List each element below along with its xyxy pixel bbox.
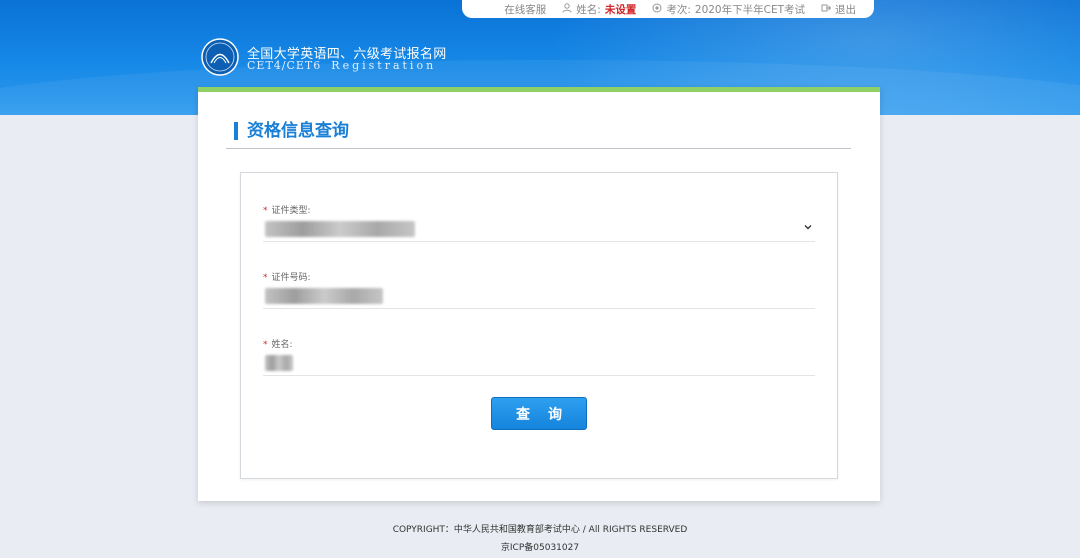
main-card: 资格信息查询 * 证件类型: * 证件号码: * 姓名: 查询 bbox=[198, 87, 880, 501]
site-subtitle-registration: Registration bbox=[331, 59, 437, 72]
exam-session-value: 2020年下半年CET考试 bbox=[694, 3, 805, 16]
id-number-input[interactable] bbox=[263, 287, 815, 309]
id-type-value-redacted bbox=[265, 221, 415, 237]
logout-label: 退出 bbox=[835, 3, 856, 16]
user-name-label: 姓名: bbox=[576, 3, 601, 16]
id-number-value-redacted bbox=[265, 288, 383, 304]
user-icon bbox=[562, 2, 572, 16]
user-top-bar: 在线客服 姓名: 未设置 考次: 2020年下半年CET考试 退出 bbox=[462, 0, 874, 18]
online-support-link[interactable]: 在线客服 bbox=[504, 2, 546, 17]
exam-session-info: 考次: 2020年下半年CET考试 bbox=[652, 2, 805, 17]
footer: COPYRIGHT：中华人民共和国教育部考试中心 / All RIGHTS RE… bbox=[0, 521, 1080, 557]
exam-icon bbox=[652, 3, 662, 16]
query-form: * 证件类型: * 证件号码: * 姓名: 查询 bbox=[240, 172, 838, 479]
user-name-value: 未设置 bbox=[604, 3, 637, 16]
id-number-label: * 证件号码: bbox=[263, 270, 815, 283]
logout-link[interactable]: 退出 bbox=[821, 2, 856, 17]
site-subtitle: CET4/CET6 Registration bbox=[247, 59, 436, 72]
exam-session-label: 考次: bbox=[666, 3, 691, 16]
name-label-text: 姓名: bbox=[271, 340, 293, 350]
required-mark: * bbox=[263, 206, 268, 216]
id-type-label-text: 证件类型: bbox=[271, 206, 311, 216]
query-button[interactable]: 查询 bbox=[491, 397, 587, 430]
required-mark: * bbox=[263, 340, 268, 350]
id-number-label-text: 证件号码: bbox=[271, 273, 311, 283]
footer-icp: 京ICP备05031027 bbox=[500, 543, 580, 553]
neea-logo bbox=[201, 38, 239, 76]
name-field: * 姓名: bbox=[263, 337, 815, 376]
page-title: 资格信息查询 bbox=[234, 122, 349, 140]
page: 在线客服 姓名: 未设置 考次: 2020年下半年CET考试 退出 全国大学英语… bbox=[0, 0, 1080, 558]
required-mark: * bbox=[263, 273, 268, 283]
name-input[interactable] bbox=[263, 354, 815, 376]
name-value-redacted bbox=[265, 355, 293, 371]
id-type-select[interactable] bbox=[263, 220, 815, 242]
id-type-label: * 证件类型: bbox=[263, 203, 815, 216]
online-support-label: 在线客服 bbox=[504, 3, 547, 16]
id-number-field: * 证件号码: bbox=[263, 270, 815, 309]
site-subtitle-cet: CET4/CET6 bbox=[247, 59, 322, 72]
name-label: * 姓名: bbox=[263, 337, 815, 350]
title-divider bbox=[226, 148, 851, 149]
chevron-down-icon bbox=[803, 222, 813, 235]
id-type-field: * 证件类型: bbox=[263, 203, 815, 242]
logout-icon bbox=[821, 3, 832, 16]
footer-copyright: COPYRIGHT：中华人民共和国教育部考试中心 / All RIGHTS RE… bbox=[392, 525, 688, 535]
user-name-info: 姓名: 未设置 bbox=[562, 2, 636, 17]
